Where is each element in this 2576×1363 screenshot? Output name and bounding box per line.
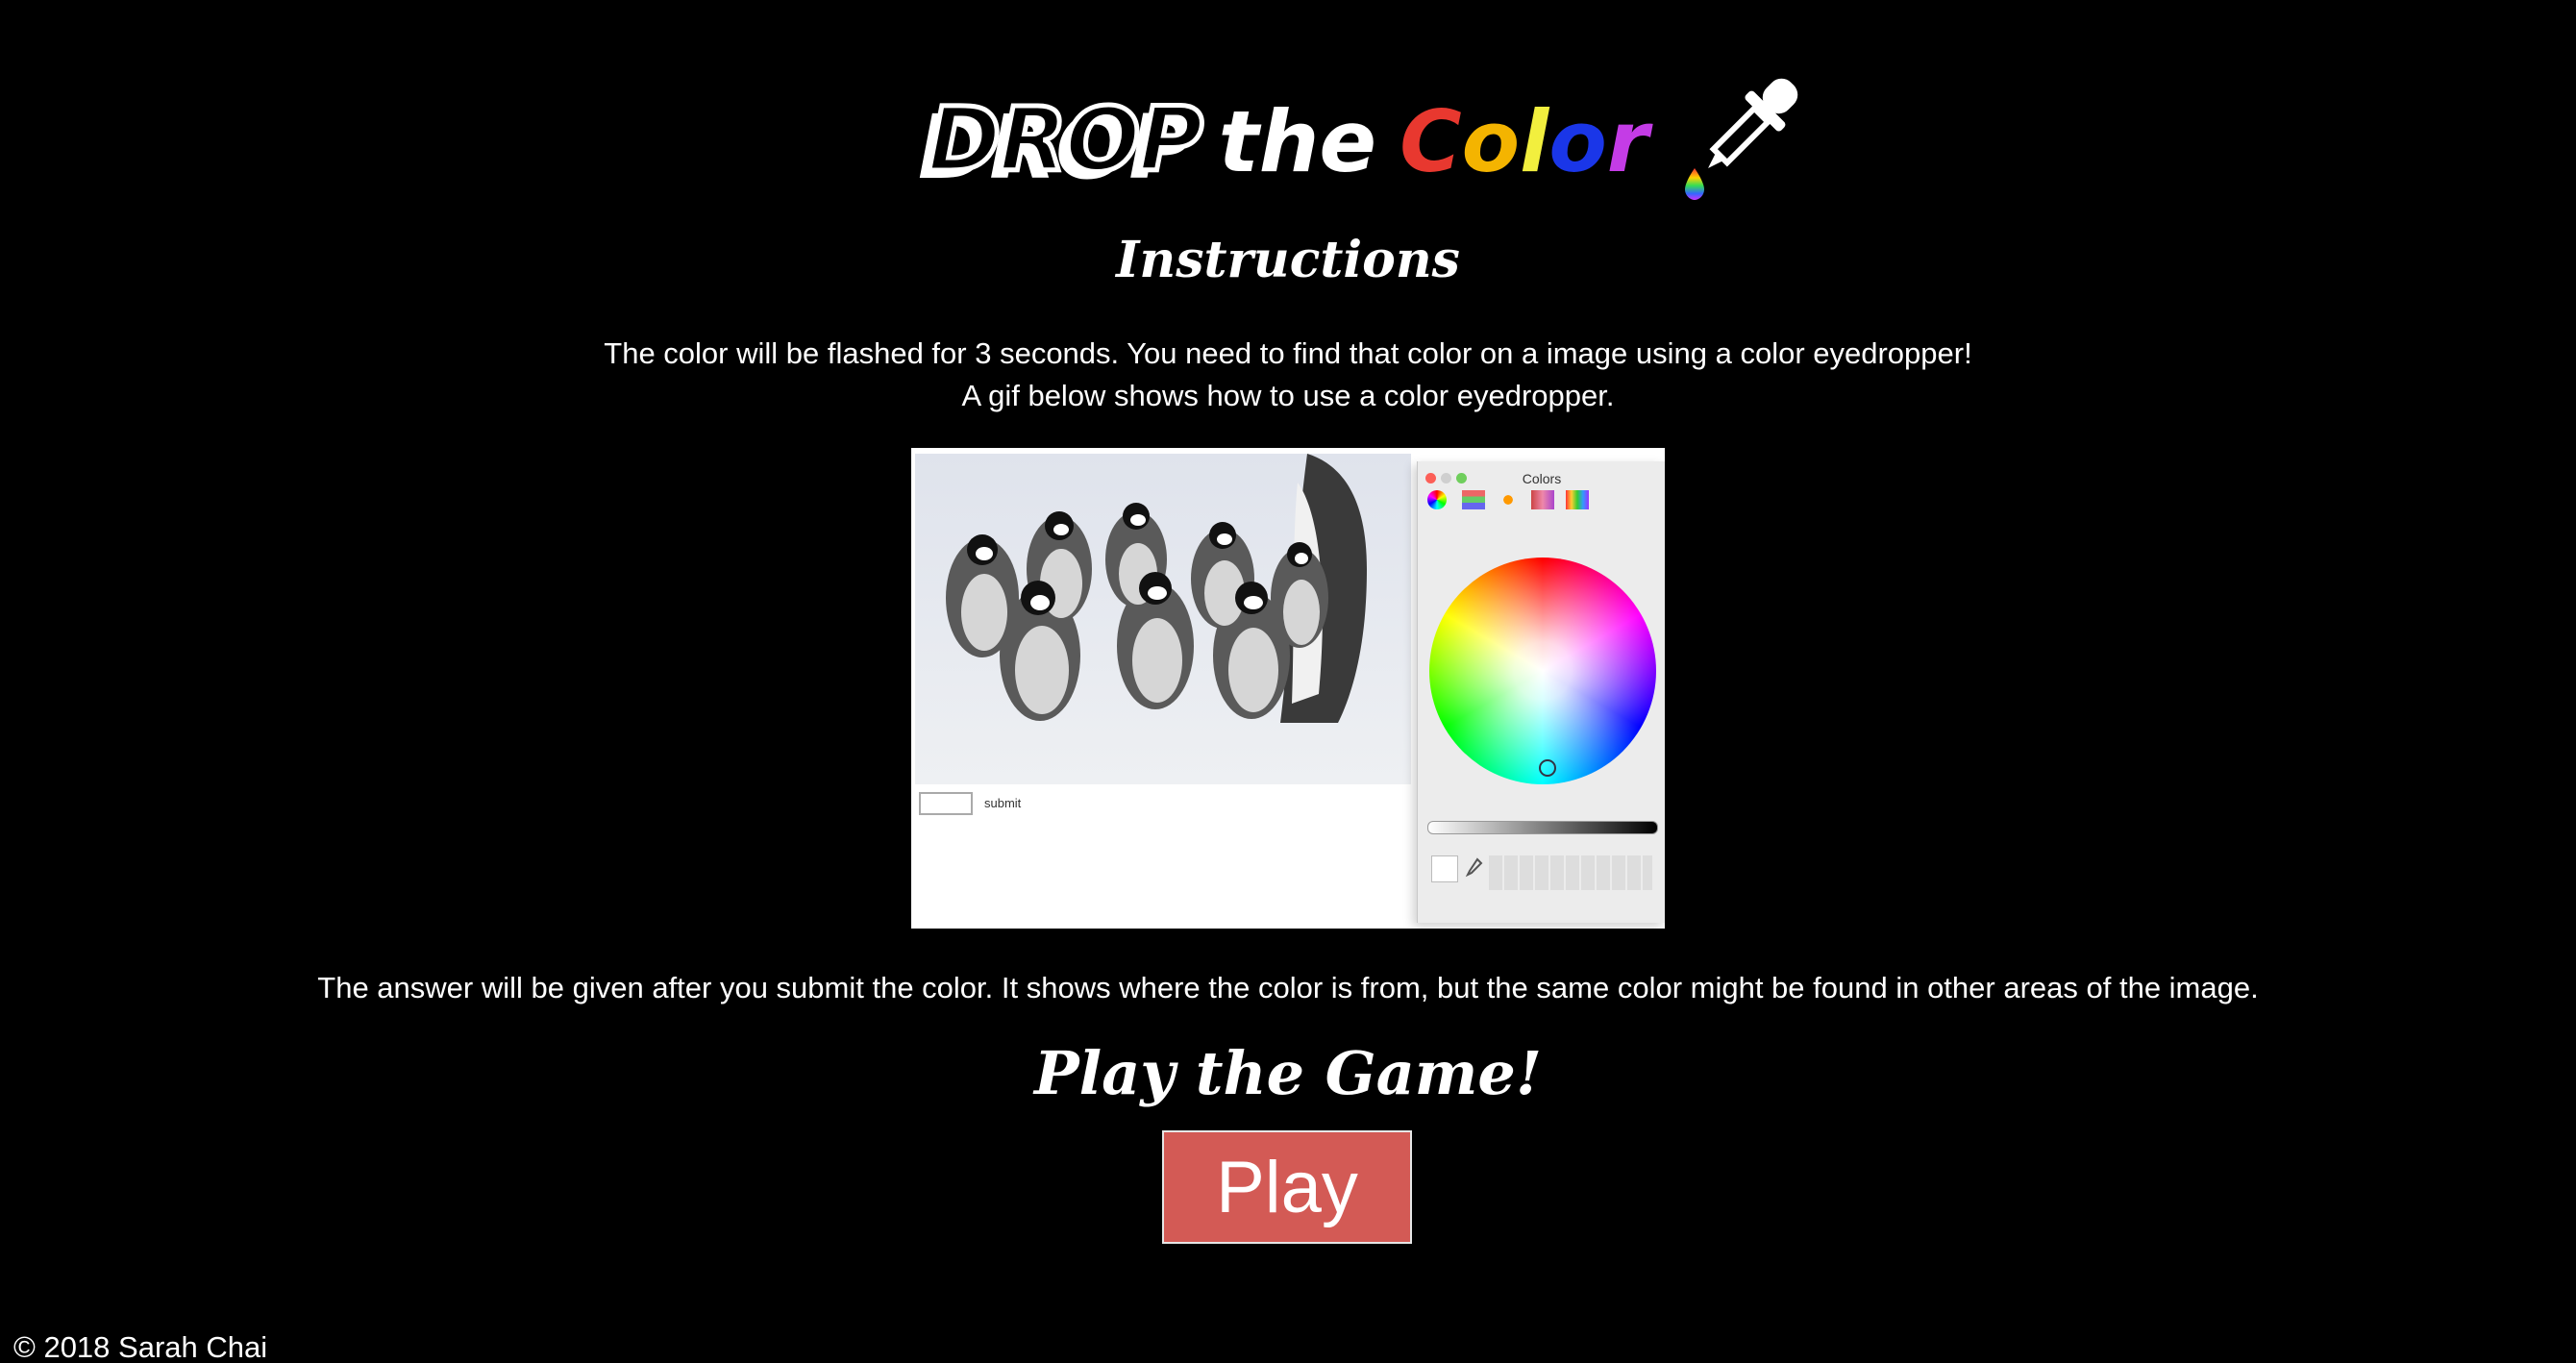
logo-letter: o (1548, 91, 1607, 191)
demo-submit-label: submit (984, 796, 1022, 810)
image-palettes-tab-icon (1531, 490, 1554, 509)
eyedropper-icon (1685, 78, 1798, 200)
instructions-text: The color will be flashed for 3 seconds.… (0, 333, 2576, 417)
wheel-cursor-icon (1539, 759, 1556, 777)
instructions-line-1: The color will be flashed for 3 seconds.… (604, 336, 1972, 370)
small-eyedropper-icon (1465, 857, 1483, 878)
brightness-slider (1427, 821, 1658, 834)
instructions-line-2: A gif below shows how to use a color eye… (961, 379, 1615, 412)
demo-color-input (919, 792, 973, 815)
instructions-heading: Instructions (1116, 231, 1460, 289)
page: DROP the Color Instructions The color wi… (0, 0, 2576, 1363)
colors-picker-window: Colors (1417, 461, 1665, 923)
palettes-tab-icon (1497, 490, 1520, 509)
colors-window-title: Colors (1522, 471, 1562, 486)
penguin-image (915, 454, 1411, 784)
site-logo: DROP the Color (0, 77, 2576, 202)
logo-letter: C (1399, 91, 1462, 191)
swatch-grid (1489, 855, 1652, 890)
logo-drop-word: DROP (925, 86, 1205, 193)
logo-the-word: the (1218, 91, 1377, 191)
logo-letter: r (1606, 91, 1649, 191)
penguins-illustration (946, 454, 1367, 723)
play-button[interactable]: Play (1162, 1130, 1412, 1244)
logo-letter: l (1520, 91, 1549, 191)
logo-letter: o (1461, 91, 1521, 191)
logo-color-word: Color (1399, 92, 1648, 191)
eyedropper-demo-gif: submit Colors (911, 448, 1665, 929)
color-wheel (1429, 558, 1656, 784)
footer-copyright: © 2018 Sarah Chai (13, 1330, 268, 1363)
pencils-tab-icon (1566, 490, 1589, 509)
current-color-swatch (1431, 855, 1458, 882)
color-wheel-tab-icon (1427, 490, 1447, 509)
sliders-tab-icon (1462, 490, 1485, 509)
play-heading: Play the Game! (1033, 1038, 1543, 1108)
answer-note: The answer will be given after you submi… (317, 971, 2259, 1004)
